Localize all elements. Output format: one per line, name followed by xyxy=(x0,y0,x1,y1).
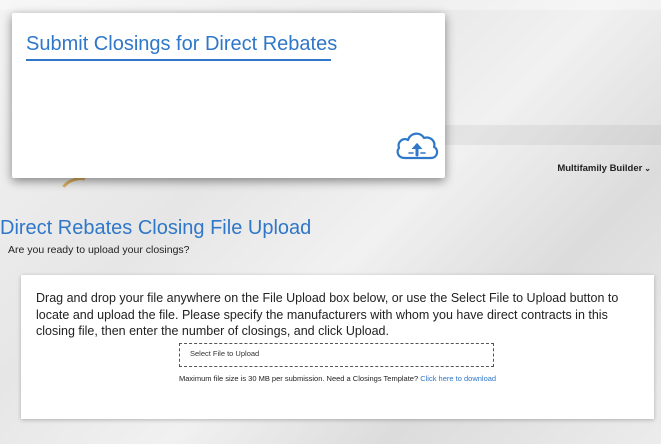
callout-title: Submit Closings for Direct Rebates xyxy=(26,33,338,55)
cloud-upload-icon[interactable] xyxy=(394,128,440,164)
download-template-link[interactable]: Click here to download xyxy=(420,374,496,383)
upload-instructions: Drag and drop your file anywhere on the … xyxy=(36,291,619,338)
file-size-note-text: Maximum file size is 30 MB per submissio… xyxy=(179,374,419,383)
select-file-button[interactable]: Select File to Upload xyxy=(190,349,259,358)
background-stroke xyxy=(0,0,661,10)
callout-card: Submit Closings for Direct Rebates xyxy=(12,13,445,178)
file-dropzone[interactable]: Select File to Upload xyxy=(179,343,494,367)
role-dropdown-value: Multifamily Builder xyxy=(557,163,643,174)
background-shade xyxy=(440,125,661,145)
page-subtitle: Are you ready to upload your closings? xyxy=(8,244,190,256)
page-title: Direct Rebates Closing File Upload xyxy=(0,217,312,239)
chevron-down-icon: ⌄ xyxy=(644,164,651,173)
file-size-note: Maximum file size is 30 MB per submissio… xyxy=(179,374,499,384)
role-dropdown[interactable]: Multifamily Builder ⌄ xyxy=(557,163,651,174)
callout-underline xyxy=(26,59,331,61)
background-paper-decoration xyxy=(119,420,124,430)
upload-panel: Drag and drop your file anywhere on the … xyxy=(21,275,654,419)
